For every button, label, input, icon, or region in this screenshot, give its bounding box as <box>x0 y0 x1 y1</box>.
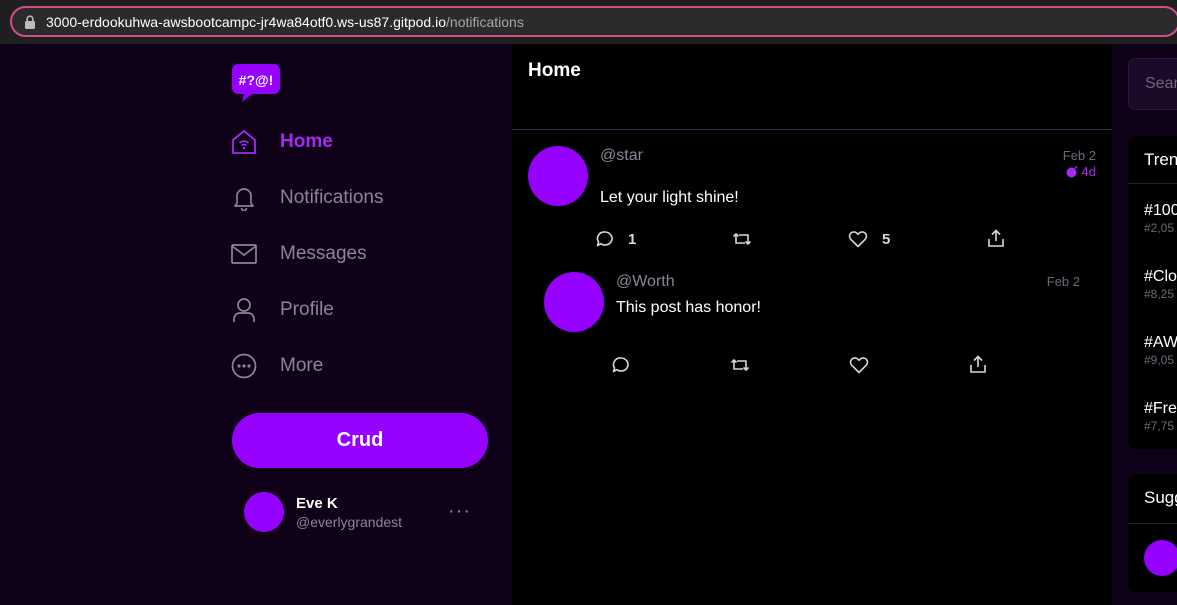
browser-url-bar: 3000-erdookuhwa-awsbootcampc-jr4wa84otf0… <box>0 0 1177 44</box>
trending-panel: Tren #100 #2,05 #Clo #8,25 #AW #9,05 #Fr… <box>1128 136 1177 449</box>
lock-icon <box>25 14 35 29</box>
profile-card[interactable]: Eve K @everlygrandest ··· <box>244 492 484 532</box>
address-field[interactable]: 3000-erdookuhwa-awsbootcampc-jr4wa84otf0… <box>10 6 1177 37</box>
reply-icon <box>612 357 629 373</box>
post-message: This post has honor! <box>616 299 761 316</box>
trend-tag[interactable]: #AW <box>1144 334 1177 352</box>
profile-more-icon[interactable]: ··· <box>448 500 471 523</box>
post-date: Feb 2 <box>1062 148 1096 163</box>
post-handle[interactable]: @star <box>600 147 643 165</box>
person-icon <box>233 298 255 322</box>
repost-button[interactable] <box>730 356 764 374</box>
svg-text:#?@!: #?@! <box>239 72 274 88</box>
avatar <box>528 146 588 206</box>
nav-item-notifications[interactable]: Notifications <box>230 170 490 226</box>
repost-button[interactable] <box>732 230 766 248</box>
like-count: 5 <box>882 230 891 248</box>
speech-bubble-logo-icon[interactable]: #?@! <box>232 62 282 104</box>
reply-icon <box>596 231 613 247</box>
nav-label-more: More <box>280 355 324 376</box>
trend-tag[interactable]: #Clo <box>1144 268 1177 286</box>
divider <box>1128 523 1177 524</box>
like-button[interactable]: 5 <box>848 230 890 248</box>
like-button[interactable] <box>849 356 883 374</box>
nav-label-profile: Profile <box>280 299 334 320</box>
nav-label-home: Home <box>280 131 333 152</box>
nav-label-messages: Messages <box>280 243 367 264</box>
trend-count: #7,75 <box>1144 419 1175 433</box>
heart-icon <box>848 231 868 248</box>
home-icon <box>232 130 256 154</box>
suggested-title: Sugg <box>1144 488 1177 507</box>
repost-icon <box>732 232 752 246</box>
envelope-icon <box>231 244 257 264</box>
profile-handle: @everlygrandest <box>296 514 403 530</box>
trend-tag[interactable]: #Fre <box>1144 400 1177 418</box>
trend-count: #8,25 <box>1144 287 1175 301</box>
nav-item-more[interactable]: More <box>230 338 490 394</box>
url-path: /notifications <box>446 13 524 30</box>
activity-item[interactable]: @Worth Feb 2 This post has honor! <box>512 260 1112 390</box>
profile-name: Eve K <box>296 495 338 512</box>
bell-icon <box>234 188 254 211</box>
share-button[interactable] <box>987 229 1005 248</box>
nav-item-profile[interactable]: Profile <box>230 282 490 338</box>
nav-item-home[interactable]: Home <box>230 114 490 170</box>
suggested-panel: Sugg <box>1128 474 1177 592</box>
nav-label-notifications: Notifications <box>280 187 384 208</box>
reply-button[interactable] <box>612 356 644 374</box>
post-message: Let your light shine! <box>600 189 739 206</box>
share-icon <box>970 355 986 373</box>
share-icon <box>988 229 1004 247</box>
nav-item-messages[interactable]: Messages <box>230 226 490 282</box>
bomb-icon <box>1066 165 1078 178</box>
search-input[interactable]: Sear <box>1128 58 1177 110</box>
avatar <box>244 492 284 532</box>
avatar <box>544 272 604 332</box>
activity-item[interactable]: @star Feb 2 4d Let your light shine! 1 5 <box>512 130 1112 260</box>
reply-count: 1 <box>628 230 637 248</box>
divider <box>1128 183 1177 184</box>
post-handle[interactable]: @Worth <box>616 273 675 291</box>
repost-icon <box>730 358 750 372</box>
avatar[interactable] <box>1144 540 1177 576</box>
page-title: Home <box>528 60 581 81</box>
post-date: Feb 2 <box>1046 274 1080 289</box>
url-host: 3000-erdookuhwa-awsbootcampc-jr4wa84otf0… <box>46 13 447 30</box>
crud-button[interactable]: Crud <box>232 413 488 468</box>
more-circle-icon <box>231 353 257 379</box>
post-expiry: 4d <box>1066 164 1096 179</box>
main-feed: Home @star Feb 2 4d Let your light shine… <box>512 44 1112 605</box>
heart-icon <box>849 357 869 374</box>
trend-count: #9,05 <box>1144 353 1175 367</box>
reply-button[interactable]: 1 <box>596 230 636 248</box>
trending-title: Tren <box>1144 150 1177 169</box>
post-ago: 4d <box>1081 164 1096 179</box>
trend-count: #2,05 <box>1144 221 1175 235</box>
trend-tag[interactable]: #100 <box>1144 202 1177 220</box>
share-button[interactable] <box>969 355 987 374</box>
